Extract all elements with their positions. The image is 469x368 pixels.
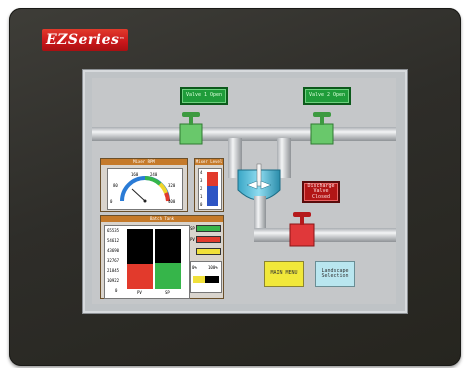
batch-y-tick-3: 32767 bbox=[107, 258, 120, 263]
brand-logo-text: EZSeries bbox=[46, 32, 120, 48]
level-tick-3: 3 bbox=[200, 178, 203, 183]
batch-y-tick-6: 0 bbox=[115, 288, 118, 293]
gauge-needle bbox=[131, 188, 146, 202]
sp-bar-label: SP bbox=[165, 290, 170, 295]
rpm-tick-0: 0 bbox=[110, 199, 113, 204]
valve-1 bbox=[179, 123, 203, 145]
level-tick-4: 4 bbox=[200, 170, 203, 175]
discharge-valve-button[interactable]: Discharge Valve Closed bbox=[302, 181, 340, 203]
pv-indicator-label: PV bbox=[190, 237, 195, 242]
batch-y-tick-2: 43690 bbox=[107, 248, 120, 253]
rpm-tick-160: 160 bbox=[131, 172, 139, 177]
agitator-shaft bbox=[256, 163, 262, 187]
valve-1-handle bbox=[182, 112, 200, 117]
pv-bar bbox=[127, 229, 153, 289]
landscape-selection-button[interactable]: Landscape Selection bbox=[315, 261, 355, 287]
batch-y-tick-5: 10922 bbox=[107, 278, 120, 283]
percent-meter: 0% 100% bbox=[190, 261, 222, 293]
valve-2 bbox=[310, 123, 334, 145]
mixer-level-panel: Mixer Level 4 3 2 1 0 bbox=[194, 158, 224, 212]
level-meter: 4 3 2 1 0 bbox=[198, 168, 222, 210]
level-bar-background bbox=[207, 172, 218, 206]
rpm-tick-240: 240 bbox=[150, 172, 158, 177]
discharge-valve bbox=[289, 223, 315, 247]
sp-bar-fill bbox=[155, 262, 181, 289]
level-tick-2: 2 bbox=[200, 186, 203, 191]
mixer-level-title: Mixer Level bbox=[195, 159, 223, 165]
batch-tank-chart: 65535 54612 43690 32767 21845 10922 0 PV… bbox=[104, 225, 190, 299]
level-tick-0: 0 bbox=[200, 202, 203, 207]
valve-2-open-button[interactable]: Valve 2 Open bbox=[303, 87, 351, 105]
percent-max-label: 100% bbox=[208, 265, 218, 270]
batch-tank-panel: Batch Tank 65535 54612 43690 32767 21845… bbox=[100, 215, 224, 299]
rpm-gauge: 0 80 160 240 320 400 bbox=[107, 168, 183, 210]
gauge-arc-green bbox=[144, 176, 162, 186]
mixer-rpm-panel: Mixer RPM 0 80 160 240 320 400 bbox=[100, 158, 188, 212]
rpm-tick-400: 400 bbox=[168, 199, 176, 204]
pipe-discharge-horizontal bbox=[254, 228, 396, 242]
brand-logo: EZSeries™ bbox=[42, 29, 128, 51]
sp-indicator-label: SP bbox=[190, 226, 195, 231]
batch-y-tick-0: 65535 bbox=[107, 228, 120, 233]
batch-y-tick-1: 54612 bbox=[107, 238, 120, 243]
mixer-rpm-title: Mixer RPM bbox=[101, 159, 187, 165]
pv-bar-label: PV bbox=[137, 290, 142, 295]
rpm-tick-80: 80 bbox=[113, 183, 118, 188]
sp-indicator bbox=[196, 225, 221, 232]
gauge-hub bbox=[143, 199, 147, 203]
percent-bar bbox=[193, 276, 219, 283]
trademark-mark: ™ bbox=[119, 37, 125, 43]
pipe-top-right bbox=[277, 127, 396, 141]
level-bar-fill bbox=[207, 185, 218, 206]
status-indicator bbox=[196, 248, 221, 255]
batch-tank-title: Batch Tank bbox=[101, 216, 223, 222]
discharge-valve-handle bbox=[293, 212, 311, 217]
main-menu-button[interactable]: MAIN MENU bbox=[264, 261, 304, 287]
gauge-arc-blue bbox=[120, 176, 170, 202]
sp-bar bbox=[155, 229, 181, 289]
hmi-screen: Valve 1 Open Valve 2 Open Discharge Valv… bbox=[92, 78, 396, 304]
pv-indicator bbox=[196, 236, 221, 243]
level-tick-1: 1 bbox=[200, 194, 203, 199]
batch-indicators: SP PV 0% 100% bbox=[190, 225, 222, 297]
batch-y-tick-4: 21845 bbox=[107, 268, 120, 273]
percent-min-label: 0% bbox=[192, 265, 197, 270]
pv-bar-fill bbox=[127, 263, 153, 289]
gauge-arc-yellow bbox=[158, 182, 168, 194]
percent-bar-fill bbox=[193, 276, 205, 283]
valve-2-handle bbox=[313, 112, 331, 117]
valve-1-open-button[interactable]: Valve 1 Open bbox=[180, 87, 228, 105]
rpm-tick-320: 320 bbox=[168, 183, 176, 188]
